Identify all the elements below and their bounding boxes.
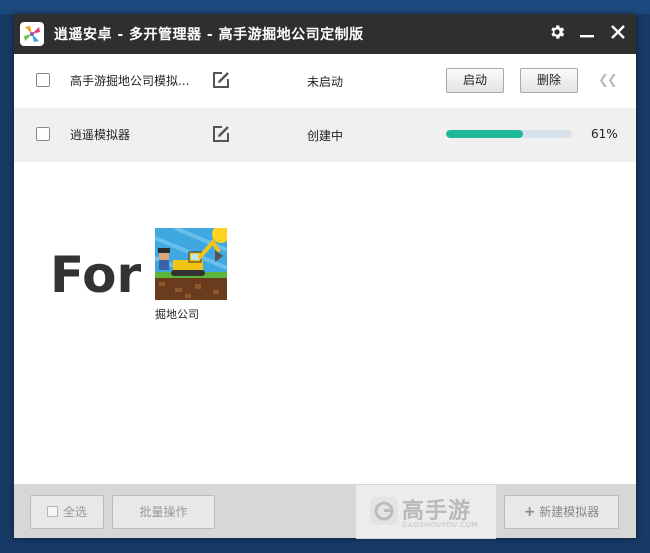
plus-icon: + bbox=[523, 504, 536, 520]
progress-percent: 61% bbox=[591, 127, 618, 141]
start-button[interactable]: 启动 bbox=[446, 68, 504, 93]
row-checkbox[interactable] bbox=[36, 73, 50, 87]
game-name: 掘地公司 bbox=[155, 308, 199, 321]
app-logo-icon bbox=[20, 22, 44, 46]
watermark-subtext: GAOSHOUYOU.COM bbox=[402, 521, 479, 529]
bottom-toolbar: 全选 批量操作 + 新建模拟器 bbox=[14, 484, 636, 538]
emulator-row[interactable]: 高手游掘地公司模拟... 未启动 启动 删除 ❮❮ bbox=[14, 54, 636, 108]
progress-fill bbox=[446, 130, 523, 138]
double-chevron-left-icon[interactable]: ❮❮ bbox=[598, 73, 618, 88]
title-bar[interactable]: 逍遥安卓 - 多开管理器 - 高手游掘地公司定制版 bbox=[14, 14, 636, 54]
gear-icon bbox=[551, 25, 565, 39]
new-emulator-label: 新建模拟器 bbox=[539, 505, 600, 519]
emulator-name: 逍遥模拟器 bbox=[70, 128, 131, 142]
delete-button[interactable]: 删除 bbox=[520, 68, 578, 93]
desktop-background bbox=[0, 0, 650, 14]
emulator-name: 高手游掘地公司模拟... bbox=[70, 74, 190, 88]
new-emulator-button[interactable]: + 新建模拟器 bbox=[504, 495, 619, 529]
game-icon bbox=[154, 225, 230, 300]
manager-window: 逍遥安卓 - 多开管理器 - 高手游掘地公司定制版 高手游掘地公司模拟... 未… bbox=[14, 14, 636, 538]
batch-operation-button[interactable]: 批量操作 bbox=[112, 495, 215, 529]
select-all-button[interactable]: 全选 bbox=[30, 495, 104, 529]
edit-icon[interactable] bbox=[211, 70, 231, 90]
creation-progress-bar bbox=[446, 130, 572, 138]
close-icon bbox=[611, 25, 625, 39]
select-all-label: 全选 bbox=[62, 505, 87, 519]
minimize-button[interactable] bbox=[576, 23, 598, 45]
select-all-checkbox[interactable] bbox=[46, 506, 58, 517]
edit-icon[interactable] bbox=[211, 124, 231, 144]
emulator-status: 创建中 bbox=[307, 129, 344, 143]
emulator-row[interactable]: 逍遥模拟器 创建中 61% bbox=[14, 108, 636, 162]
row-checkbox[interactable] bbox=[36, 127, 50, 141]
minimize-icon bbox=[580, 35, 594, 38]
window-title: 逍遥安卓 - 多开管理器 - 高手游掘地公司定制版 bbox=[54, 27, 364, 43]
watermark: 高手游 GAOSHOUYOU.COM bbox=[356, 485, 496, 539]
promo-for-text: For bbox=[50, 246, 142, 304]
emulator-status: 未启动 bbox=[307, 75, 344, 89]
watermark-logo-icon bbox=[370, 497, 398, 525]
settings-button[interactable] bbox=[546, 23, 568, 45]
close-button[interactable] bbox=[607, 23, 629, 45]
